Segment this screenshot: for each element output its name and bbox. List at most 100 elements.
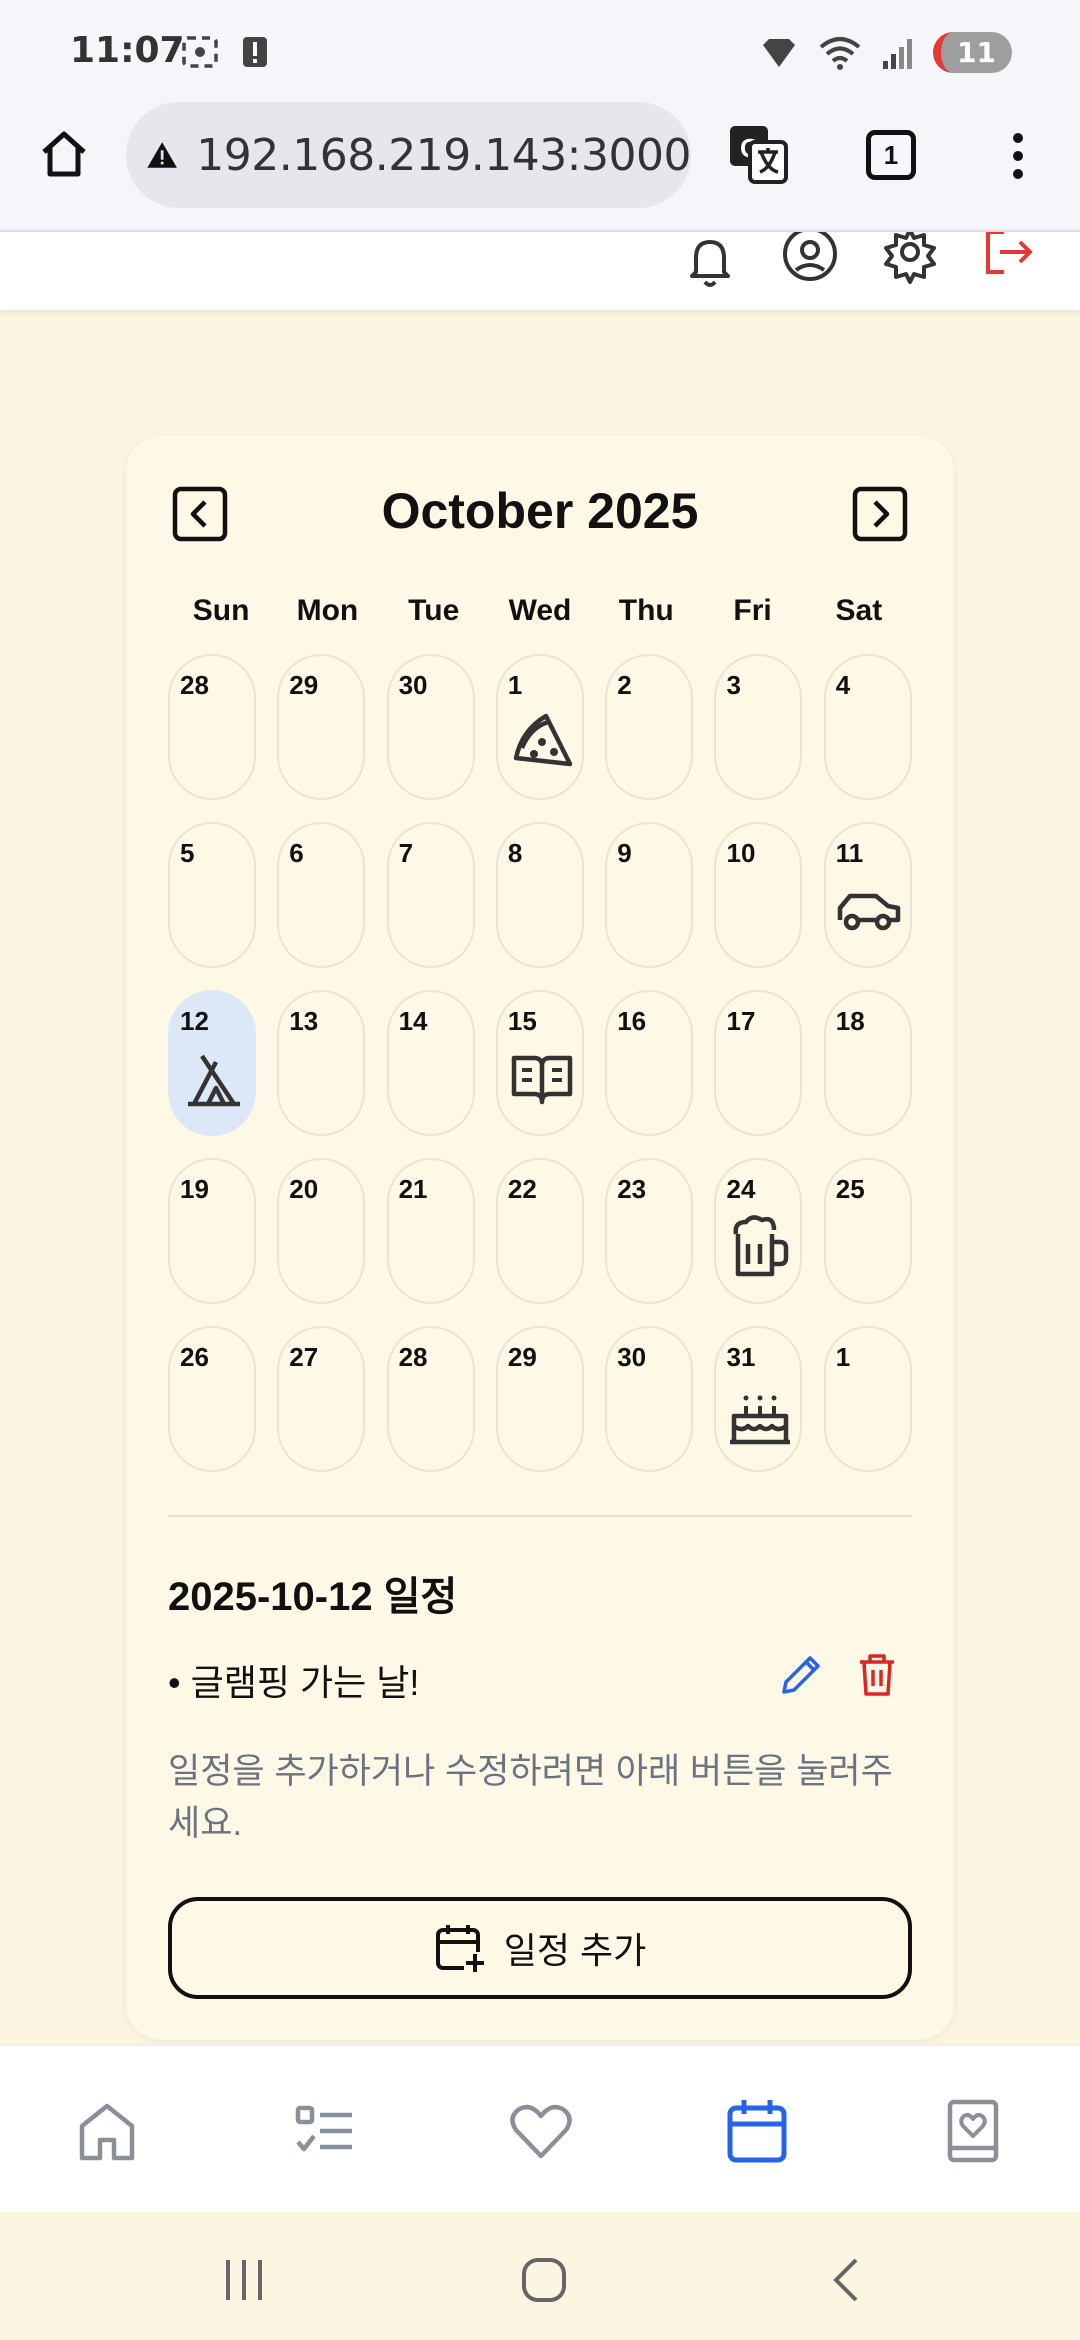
app-header: [0, 230, 1080, 310]
calendar-day[interactable]: 1: [823, 1326, 912, 1472]
day-number: 9: [617, 838, 632, 868]
calendar-day[interactable]: 28: [386, 1326, 475, 1472]
month-title: October 2025: [381, 483, 699, 539]
day-number: 30: [398, 670, 428, 700]
calendar-day[interactable]: 22: [495, 1158, 584, 1304]
day-number: 28: [398, 1342, 428, 1372]
warning-icon[interactable]: [146, 133, 178, 177]
add-schedule-button[interactable]: 일정 추가: [168, 1897, 912, 1999]
album-icon[interactable]: [938, 2096, 1008, 2166]
screenshot-icon: [182, 36, 218, 68]
calendar-day[interactable]: 27: [277, 1326, 366, 1472]
calendar-day[interactable]: 26: [168, 1326, 256, 1472]
day-number: 1: [507, 670, 523, 700]
calendar-day[interactable]: 13: [277, 990, 366, 1136]
add-schedule-label[interactable]: 일정 추가: [504, 1922, 646, 1974]
calendar-day[interactable]: 11: [823, 822, 912, 968]
calendar-day[interactable]: 9: [605, 822, 694, 968]
day-number: 23: [617, 1174, 647, 1204]
book-icon: [508, 1044, 576, 1112]
event-item: • 글램핑 가는 날!: [168, 1646, 912, 1706]
more-menu-icon[interactable]: [1000, 128, 1036, 184]
schedule-title: 2025-10-12 일정: [168, 1575, 458, 1619]
weekday-label: Thu: [618, 594, 674, 627]
tent-icon: [180, 1044, 248, 1112]
weekday-label: Mon: [296, 594, 359, 627]
calendar-day[interactable]: 20: [277, 1158, 366, 1304]
day-number: 12: [180, 1006, 209, 1036]
calendar-day[interactable]: 28: [168, 654, 256, 800]
calendar-add-icon: [435, 1925, 486, 1974]
calendar-day[interactable]: 2: [605, 654, 694, 800]
calendar-day[interactable]: 30: [386, 654, 475, 800]
day-number: 10: [726, 838, 756, 868]
heart-icon[interactable]: [506, 2096, 576, 2166]
checklist-icon[interactable]: [290, 2096, 360, 2166]
next-month-button[interactable]: [852, 486, 908, 542]
status-time: 11:07: [70, 30, 185, 71]
system-home-icon[interactable]: [514, 2250, 574, 2310]
day-number: 24: [726, 1174, 756, 1204]
calendar-day[interactable]: 14: [386, 990, 475, 1136]
day-number: 26: [180, 1342, 209, 1372]
day-number: 16: [617, 1006, 647, 1036]
tabs-button[interactable]: 1: [866, 130, 916, 180]
calendar-day[interactable]: 7: [386, 822, 475, 968]
calendar-day[interactable]: 3: [714, 654, 803, 800]
tab-count: 1: [883, 139, 899, 170]
browser-chrome: 11:07 11 192.168.219.143:3000 G 1: [0, 0, 1080, 230]
day-number: 27: [289, 1342, 319, 1372]
calendar-day[interactable]: 16: [605, 990, 694, 1136]
calendar-day[interactable]: 18: [823, 990, 912, 1136]
calendar-day[interactable]: 31: [714, 1326, 803, 1472]
back-icon[interactable]: [818, 2250, 878, 2310]
calendar-day[interactable]: 17: [714, 990, 803, 1136]
calendar-day[interactable]: 8: [495, 822, 584, 968]
home-icon[interactable]: [72, 2096, 142, 2166]
calendar-day[interactable]: 5: [168, 822, 256, 968]
url-bar[interactable]: 192.168.219.143:3000: [126, 102, 691, 208]
calendar-day[interactable]: 24: [714, 1158, 803, 1304]
home-icon[interactable]: [36, 126, 92, 182]
calendar-day[interactable]: 25: [823, 1158, 912, 1304]
day-number: 15: [507, 1006, 537, 1036]
wifi-icon: [819, 36, 861, 70]
weekday-header: Sun Mon Tue Wed Thu Fri Sat: [168, 594, 912, 628]
calendar-day[interactable]: 19: [168, 1158, 256, 1304]
day-number: 3: [726, 670, 741, 700]
calendar-day[interactable]: 10: [714, 822, 803, 968]
calendar-icon[interactable]: [722, 2096, 792, 2166]
trash-icon[interactable]: [852, 1650, 902, 1700]
calendar-day[interactable]: 12: [168, 990, 256, 1136]
divider: [168, 1515, 912, 1517]
translate-icon[interactable]: G: [728, 124, 788, 184]
calendar-day[interactable]: 21: [386, 1158, 475, 1304]
calendar-day[interactable]: 23: [605, 1158, 694, 1304]
day-number: 1: [835, 1342, 851, 1372]
calendar-day[interactable]: 29: [495, 1326, 584, 1472]
settings-icon[interactable]: [880, 232, 940, 292]
calendar-day[interactable]: 4: [823, 654, 912, 800]
calendar-day[interactable]: 30: [605, 1326, 694, 1472]
bell-icon[interactable]: [680, 232, 740, 292]
notification-count-badge: 11: [933, 32, 1012, 73]
weekday-label: Fri: [733, 594, 772, 627]
recent-apps-icon[interactable]: [214, 2250, 274, 2310]
day-number: 29: [507, 1342, 537, 1372]
calendar-day[interactable]: 29: [277, 654, 366, 800]
profile-icon[interactable]: [780, 232, 840, 292]
calendar-day[interactable]: 15: [495, 990, 584, 1136]
day-number: 22: [507, 1174, 537, 1204]
day-number: 4: [835, 670, 851, 700]
day-number: 29: [289, 670, 319, 700]
calendar-day[interactable]: 1: [495, 654, 584, 800]
signal-icon: [883, 38, 913, 69]
url-text[interactable]: 192.168.219.143:3000: [196, 130, 691, 181]
weekday-label: Sun: [192, 594, 250, 627]
logout-icon[interactable]: [980, 232, 1040, 292]
weekday-label: Wed: [508, 594, 572, 627]
pizza-icon: [508, 708, 576, 776]
day-number: 28: [180, 670, 209, 700]
calendar-day[interactable]: 6: [277, 822, 366, 968]
edit-pencil-icon[interactable]: [776, 1650, 826, 1700]
